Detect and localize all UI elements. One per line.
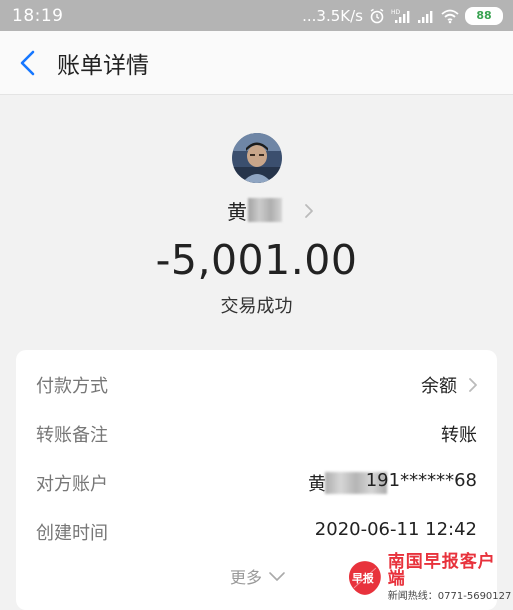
status-time: 18:19 — [12, 5, 64, 26]
watermark-logo-text: 早报 — [352, 571, 374, 585]
signal-icon — [418, 10, 433, 23]
watermark-text: 南国早报客户端 新闻热线：0771-5690127 — [388, 554, 513, 602]
network-speed: ...3.5K/s — [302, 6, 363, 25]
detail-label: 转账备注 — [36, 425, 108, 446]
transaction-status: 交易成功 — [220, 296, 293, 317]
detail-value: 转账 — [441, 425, 477, 446]
detail-row-remark: 转账备注 转账 — [16, 413, 497, 453]
status-bar: 18:19 ...3.5K/s HD 88 — [0, 0, 513, 31]
watermark-hotline: 新闻热线：0771-5690127 — [387, 591, 512, 602]
watermark: 早报 南国早报客户端 新闻热线：0771-5690127 — [348, 554, 513, 602]
nav-bar: 账单详情 — [0, 31, 513, 95]
battery-icon: 88 — [465, 6, 503, 25]
more-label: 更多 — [230, 568, 263, 587]
avatar-image — [232, 133, 282, 183]
payee-name: 黄 — [227, 200, 247, 224]
alarm-icon — [370, 8, 384, 23]
detail-row-payment-method[interactable]: 付款方式 余额 — [16, 364, 497, 404]
detail-row-counterparty: 对方账户 黄 191******68 — [16, 462, 497, 502]
transaction-amount: -5,001.00 — [155, 236, 358, 284]
detail-row-created-time: 创建时间 2020-06-11 12:42 — [16, 511, 497, 551]
counterparty-name: 黄 — [308, 474, 326, 495]
wifi-icon — [441, 9, 459, 23]
chevron-right-icon — [469, 378, 477, 392]
chevron-down-icon — [269, 572, 285, 581]
avatar[interactable] — [232, 133, 282, 183]
detail-value: 余额 — [421, 376, 457, 397]
newspaper-logo-icon: 早报 — [348, 561, 381, 595]
chevron-right-icon — [305, 204, 313, 218]
payee-name-mask — [248, 198, 282, 222]
page-title: 账单详情 — [57, 53, 149, 79]
detail-value: 2020-06-11 12:42 — [314, 519, 477, 540]
detail-label: 付款方式 — [36, 376, 108, 397]
more-button[interactable]: 更多 — [230, 564, 286, 588]
watermark-name: 南国早报客户端 — [387, 552, 496, 589]
signal-hd-icon: HD — [391, 9, 410, 23]
status-icons: ...3.5K/s HD 88 — [302, 6, 503, 25]
payee-name-row[interactable]: 黄 — [0, 196, 513, 226]
svg-text:HD: HD — [391, 9, 401, 16]
counterparty-account: 191******68 — [365, 470, 477, 491]
chevron-left-icon[interactable] — [14, 47, 42, 79]
detail-label: 创建时间 — [36, 523, 108, 544]
detail-label: 对方账户 — [36, 474, 108, 495]
